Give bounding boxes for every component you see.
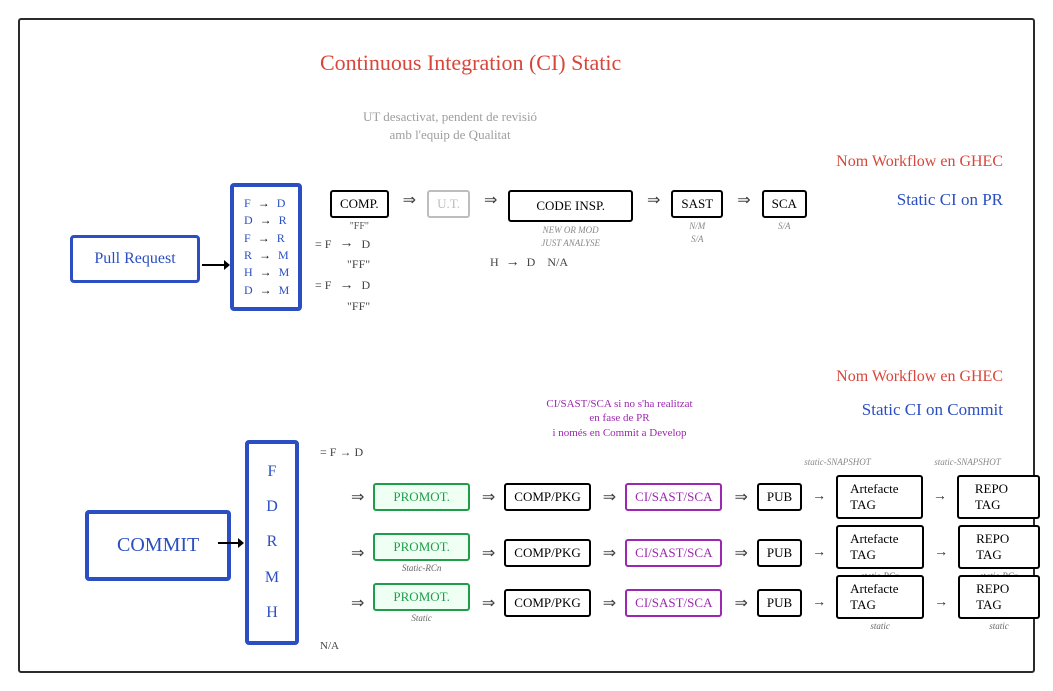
ghec-pr-name: Static CI on PR [897,190,1003,210]
arrow-icon [202,255,230,275]
branch-letter: R [267,533,278,551]
ut-note-line: amb l'equip de Qualitat [389,127,510,142]
code-insp-box: CODE INSP. [508,190,633,222]
promot-box: PROMOT. [373,533,469,561]
ut-note-line: UT desactivat, pendent de revisió [363,109,537,124]
sast-sub: N/M [689,221,705,231]
commit-row: ⇒ PROMOT. Static ⇒ COMP/PKG ⇒ CI/SAST/SC… [345,575,1040,631]
merge-row: R→M [244,248,288,263]
artefact-tag-box: Artefacte TAG [836,575,924,619]
merge-row: D→R [244,213,288,228]
code-insp-sub: NEW OR MOD [543,225,599,235]
eq-row: = F→D [315,275,370,297]
dbl-arrow-icon: ⇒ [345,593,367,613]
cisast-box: CI/SAST/SCA [625,589,722,617]
dbl-arrow-icon: ⇒ [597,593,619,613]
sast-box: SAST [671,190,723,218]
branch-letter: F [268,463,277,481]
dbl-arrow-icon: ⇒ [476,543,498,563]
ut-box: U.T. [427,190,470,218]
eq-row: "FF" [315,255,370,274]
tag-sub: static [989,621,1009,631]
merge-row: H→M [244,265,288,280]
arrow-icon: → [808,545,830,561]
cisast-box: CI/SAST/SCA [625,539,722,567]
dbl-arrow-icon: ⇒ [345,543,367,563]
repo-tag-box: REPO TAG [957,475,1040,519]
page-title: Continuous Integration (CI) Static [320,50,621,76]
promot-sub: Static-RCn [402,563,442,573]
pr-eq-rows: = F→D "FF" = F→D "FF" [315,233,370,316]
arrow-icon [218,533,244,553]
tag-sub: static [870,621,890,631]
promot-box: PROMOT. [373,483,469,511]
comppkg-box: COMP/PKG [504,539,590,567]
pr-merge-matrix: F→D D→R F→R R→M H→M D→M [230,183,302,311]
dbl-arrow-icon: ⇒ [597,543,619,563]
dbl-arrow-icon: ⇒ [476,593,498,613]
arrow-icon: → [929,489,951,505]
sast-sub: S/A [691,234,704,244]
commit-eq: = F → D [320,445,363,460]
promot-sub: Static [411,613,432,623]
comp-box: COMP. [330,190,389,218]
eq-row: = F→D [315,233,370,255]
artefact-tag-box: Artefacte TAG [836,525,924,569]
sca-box: SCA [762,190,807,218]
merge-row: F→R [244,231,288,246]
commit-box: COMMIT [85,510,231,581]
purple-note: CI/SAST/SCA si no s'ha realitzat en fase… [527,397,712,440]
branch-letter: D [266,498,278,516]
arrow-icon: → [808,595,830,611]
repo-tag-box: REPO TAG [958,575,1040,619]
commit-row: ⇒ PROMOT. Static-RCn ⇒ COMP/PKG ⇒ CI/SAS… [345,525,1040,581]
pub-box: PUB [757,483,802,511]
purple-note-line: en fase de PR [589,412,649,424]
promot-box: PROMOT. [373,583,469,611]
pr-chain: COMP. "FF" ⇒ U.T. ⇒ CODE INSP. NEW OR MO… [330,190,807,248]
dbl-arrow-icon: ⇒ [476,487,498,507]
branch-letter: M [265,569,279,587]
dbl-arrow-icon: ⇒ [597,487,619,507]
dbl-arrow-icon: ⇒ [478,190,500,210]
commit-branch-box: F D R M H [245,440,299,645]
sca-sub: S/A [778,221,791,231]
arrow-icon: → [930,595,952,611]
pr-h-row: H → D N/A [490,255,568,271]
ghec-commit-name: Static CI on Commit [862,400,1003,420]
purple-note-line: CI/SAST/SCA si no s'ha realitzat [546,398,692,410]
dbl-arrow-icon: ⇒ [728,487,750,507]
merge-row: F→D [244,196,288,211]
tag-header: static-SNAPSHOT [920,457,1015,467]
ghec-label: Nom Workflow en GHEC [836,368,1003,386]
pub-box: PUB [757,539,802,567]
eq-row: "FF" [315,297,370,316]
comppkg-box: COMP/PKG [504,589,590,617]
ut-note: UT desactivat, pendent de revisió amb l'… [350,108,550,144]
comppkg-box: COMP/PKG [504,483,590,511]
comp-sub: "FF" [350,221,369,232]
dbl-arrow-icon: ⇒ [397,190,419,210]
arrow-icon: → [808,489,830,505]
dbl-arrow-icon: ⇒ [731,190,753,210]
arrow-icon: → [930,545,952,561]
repo-tag-box: REPO TAG [958,525,1040,569]
dbl-arrow-icon: ⇒ [728,593,750,613]
pub-box: PUB [757,589,802,617]
purple-note-line: i només en Commit a Develop [552,427,686,439]
commit-na: N/A [320,640,339,652]
merge-row: D→M [244,283,288,298]
commit-row: ⇒ PROMOT. ⇒ COMP/PKG ⇒ CI/SAST/SCA ⇒ PUB… [345,475,1040,519]
artefact-tag-box: Artefacte TAG [836,475,923,519]
dbl-arrow-icon: ⇒ [728,543,750,563]
dbl-arrow-icon: ⇒ [641,190,663,210]
branch-letter: H [266,604,278,622]
tag-header: static-SNAPSHOT [790,457,885,467]
ghec-label: Nom Workflow en GHEC [836,153,1003,171]
cisast-box: CI/SAST/SCA [625,483,722,511]
code-insp-sub: JUST ANALYSE [541,238,600,248]
dbl-arrow-icon: ⇒ [345,487,367,507]
pull-request-box: Pull Request [70,235,200,283]
